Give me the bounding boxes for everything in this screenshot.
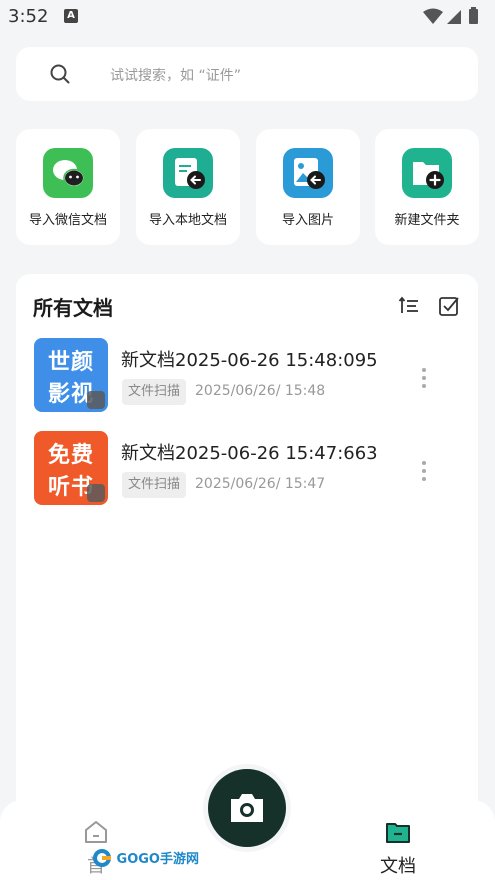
- thumbnail-text: 世颜: [47, 350, 94, 375]
- wifi-signal-battery-icon: [423, 7, 478, 24]
- nav-documents-label: 文档: [380, 856, 416, 877]
- camera-button[interactable]: [208, 769, 286, 847]
- import-wechat-doc-button[interactable]: 导入微信文档: [16, 129, 120, 245]
- watermark-text: GOGO手游网: [116, 852, 199, 867]
- new-folder-icon: [402, 148, 452, 198]
- import-local-doc-icon: [163, 148, 213, 198]
- sort-icon[interactable]: [398, 295, 420, 317]
- page-badge-icon: [87, 484, 105, 502]
- search-icon: [50, 64, 70, 84]
- documents-panel: 所有文档 世颜 影视 新文档2025-06-26 15:48:095 文件扫描 …: [16, 274, 478, 804]
- more-options-icon[interactable]: [420, 366, 428, 390]
- document-thumbnail: 世颜 影视: [34, 338, 108, 412]
- watermark-icon: [93, 849, 111, 867]
- camera-icon: [231, 794, 263, 822]
- document-name: 新文档2025-06-26 15:47:663: [121, 443, 378, 464]
- document-list-item[interactable]: 世颜 影视 新文档2025-06-26 15:48:095 文件扫描 2025/…: [16, 338, 478, 418]
- watermark-logo: GOGO手游网: [92, 848, 199, 870]
- more-options-icon[interactable]: [420, 459, 428, 483]
- home-icon: [85, 821, 107, 843]
- status-time: 3:52: [8, 6, 49, 27]
- status-bar: 3:52 A: [0, 0, 495, 34]
- nav-documents[interactable]: 文档: [358, 818, 438, 878]
- document-thumbnail: 免费 听书: [34, 431, 108, 505]
- multi-select-icon[interactable]: [438, 295, 460, 317]
- search-bar[interactable]: 试试搜索，如 “证件”: [16, 47, 478, 101]
- notification-icon: A: [64, 9, 78, 23]
- new-folder-button[interactable]: 新建文件夹: [375, 129, 479, 245]
- document-tag: 文件扫描: [122, 379, 187, 405]
- document-tag: 文件扫描: [122, 472, 187, 498]
- document-list-item[interactable]: 免费 听书 新文档2025-06-26 15:47:663 文件扫描 2025/…: [16, 431, 478, 511]
- import-local-doc-button[interactable]: 导入本地文档: [136, 129, 240, 245]
- tile-label: 导入图片: [281, 213, 334, 228]
- import-image-icon: [283, 148, 333, 198]
- document-date: 2025/06/26/ 15:48: [195, 383, 326, 399]
- page-badge-icon: [87, 391, 105, 409]
- thumbnail-text: 免费: [47, 443, 94, 468]
- tile-label: 导入微信文档: [28, 213, 107, 228]
- document-date: 2025/06/26/ 15:47: [195, 476, 326, 492]
- document-name: 新文档2025-06-26 15:48:095: [121, 350, 378, 371]
- tile-label: 新建文件夹: [394, 213, 460, 228]
- tile-label: 导入本地文档: [148, 213, 227, 228]
- documents-icon: [386, 823, 410, 843]
- documents-title: 所有文档: [33, 296, 113, 320]
- import-image-button[interactable]: 导入图片: [256, 129, 360, 245]
- search-placeholder: 试试搜索，如 “证件”: [110, 68, 241, 84]
- wechat-icon: [43, 148, 93, 198]
